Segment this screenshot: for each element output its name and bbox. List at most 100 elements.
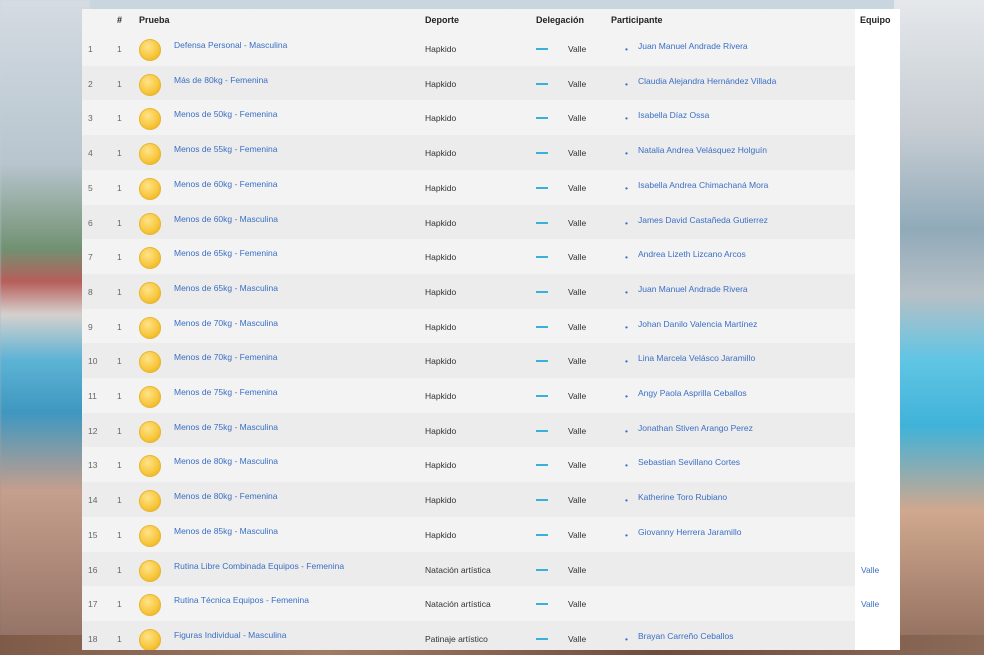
row-index: 14 [88, 495, 98, 506]
table-row: 11 1 Menos de 75kg - Femenina Hapkido Valle •… [82, 378, 855, 413]
prueba-link[interactable]: Menos de 80kg - Femenina [174, 491, 277, 501]
prueba-link[interactable]: Menos de 65kg - Masculina [174, 283, 278, 293]
participante-link[interactable]: Natalia Andrea Velásquez Holguín [638, 145, 767, 155]
participante-link[interactable]: Sebastian Sevillano Cortes [638, 457, 740, 467]
medal-table: # Prueba Deporte Delegación Participante… [82, 9, 900, 650]
participante-link[interactable]: Brayan Carreño Ceballos [638, 631, 733, 641]
delegation-flag-icon [536, 568, 548, 571]
header-delegacion[interactable]: Delegación [536, 15, 584, 25]
bullet-icon: • [625, 356, 628, 367]
prueba-link[interactable]: Más de 80kg - Femenina [174, 75, 268, 85]
gold-medal-icon [139, 73, 161, 96]
table-row: 9 1 Menos de 70kg - Masculina Hapkido Valle •… [82, 309, 855, 344]
prueba-link[interactable]: Defensa Personal - Masculina [174, 40, 287, 50]
row-index: 8 [88, 286, 93, 297]
prueba-link[interactable]: Rutina Técnica Equipos - Femenina [174, 595, 309, 605]
prueba-link[interactable]: Menos de 55kg - Femenina [174, 144, 277, 154]
prueba-link[interactable]: Menos de 75kg - Femenina [174, 387, 277, 397]
deporte-text: Natación artística [425, 599, 491, 610]
gold-medal-icon [139, 455, 161, 478]
table-row: 14 1 Menos de 80kg - Femenina Hapkido Valle •… [82, 482, 855, 517]
participante-link[interactable]: Juan Manuel Andrade Rivera [638, 284, 748, 294]
rank-number: 1 [117, 529, 122, 540]
participante-link[interactable]: Isabella Díaz Ossa [638, 110, 709, 120]
delegacion-text: Valle [568, 460, 587, 471]
bullet-icon: • [625, 113, 628, 124]
delegacion-text: Valle [568, 529, 587, 540]
bullet-icon: • [625, 425, 628, 436]
background-right [894, 0, 984, 655]
prueba-link[interactable]: Menos de 60kg - Masculina [174, 214, 278, 224]
prueba-link[interactable]: Menos de 75kg - Masculina [174, 422, 278, 432]
row-index: 18 [88, 633, 98, 644]
rank-number: 1 [117, 44, 122, 54]
participante-link[interactable]: Isabella Andrea Chimachaná Mora [638, 180, 768, 190]
gold-medal-icon [139, 386, 161, 408]
participante-link[interactable]: Johan Danilo Valencia Martínez [638, 319, 757, 329]
delegation-flag-icon [536, 290, 548, 293]
delegacion-text: Valle [568, 356, 587, 367]
row-index: 9 [88, 321, 93, 332]
deporte-text: Hapkido [425, 252, 457, 263]
participante-link[interactable]: Angy Paola Asprilla Ceballos [638, 388, 747, 398]
deporte-text: Patinaje artístico [425, 633, 488, 644]
header-participante[interactable]: Participante [611, 15, 663, 25]
prueba-link[interactable]: Menos de 80kg - Masculina [174, 456, 278, 466]
participante-link[interactable]: Jonathan Stiven Arango Perez [638, 423, 753, 433]
rank-number: 1 [117, 599, 122, 610]
table-row: 17 1 Rutina Técnica Equipos - Femenina Nata… [82, 586, 855, 621]
prueba-link[interactable]: Menos de 70kg - Femenina [174, 352, 277, 362]
delegation-flag-icon [536, 429, 548, 432]
delegation-flag-icon [536, 360, 548, 363]
bullet-icon: • [625, 495, 628, 506]
gold-medal-icon [139, 212, 161, 235]
gold-medal-icon [139, 281, 161, 304]
deporte-text: Natación artística [425, 564, 491, 575]
table-row: 3 1 Menos de 50kg - Femenina Hapkido Valle • I… [82, 100, 855, 135]
participante-link[interactable]: James David Castañeda Gutierrez [638, 215, 768, 225]
prueba-link[interactable]: Rutina Libre Combinada Equipos - Femenin… [174, 561, 344, 571]
rank-number: 1 [117, 564, 122, 575]
bullet-icon: • [625, 148, 628, 159]
rank-number: 1 [117, 391, 122, 401]
deporte-text: Hapkido [425, 148, 457, 159]
gold-medal-icon [139, 524, 161, 547]
header-deporte[interactable]: Deporte [425, 15, 459, 25]
table-row: 12 1 Menos de 75kg - Masculina Hapkido Valle… [82, 412, 855, 448]
row-index: 6 [88, 217, 93, 228]
rank-number: 1 [117, 148, 122, 159]
participante-link[interactable]: Juan Manuel Andrade Rivera [638, 41, 748, 51]
participante-link[interactable]: Katherine Toro Rubiano [638, 492, 727, 502]
delegation-flag-icon [536, 464, 548, 467]
participante-link[interactable]: Claudia Alejandra Hernández Villada [638, 76, 776, 86]
deporte-text: Hapkido [425, 391, 457, 401]
equipo-link[interactable]: Valle [861, 565, 879, 575]
deporte-text: Hapkido [425, 425, 457, 436]
participante-link[interactable]: Giovanny Herrera Jaramillo [638, 527, 741, 537]
participante-link[interactable]: Andrea Lizeth Lizcano Arcos [638, 249, 746, 259]
bullet-icon: • [625, 391, 628, 401]
deporte-text: Hapkido [425, 495, 457, 506]
gold-medal-icon [139, 177, 161, 200]
header-equipo[interactable]: Equipo [860, 15, 891, 25]
equipo-link[interactable]: Valle [861, 599, 879, 609]
prueba-link[interactable]: Menos de 85kg - Masculina [174, 526, 278, 536]
delegation-flag-icon [536, 117, 548, 120]
rank-number: 1 [117, 286, 122, 297]
prueba-link[interactable]: Menos de 50kg - Femenina [174, 109, 277, 119]
prueba-link[interactable]: Menos de 70kg - Masculina [174, 318, 278, 328]
prueba-link[interactable]: Menos de 60kg - Femenina [174, 179, 277, 189]
rank-number: 1 [117, 460, 122, 471]
row-index: 13 [88, 460, 98, 471]
gold-medal-icon [139, 559, 161, 582]
prueba-link[interactable]: Menos de 65kg - Femenina [174, 248, 277, 258]
delegacion-text: Valle [568, 44, 587, 54]
row-index: 2 [88, 78, 93, 89]
header-prueba[interactable]: Prueba [139, 15, 170, 25]
participante-link[interactable]: Lina Marcela Velásco Jaramillo [638, 353, 755, 363]
delegacion-text: Valle [568, 599, 587, 610]
rank-number: 1 [117, 321, 122, 332]
deporte-text: Hapkido [425, 286, 457, 297]
prueba-link[interactable]: Figuras Individual - Masculina [174, 630, 286, 640]
gold-medal-icon [139, 39, 161, 61]
